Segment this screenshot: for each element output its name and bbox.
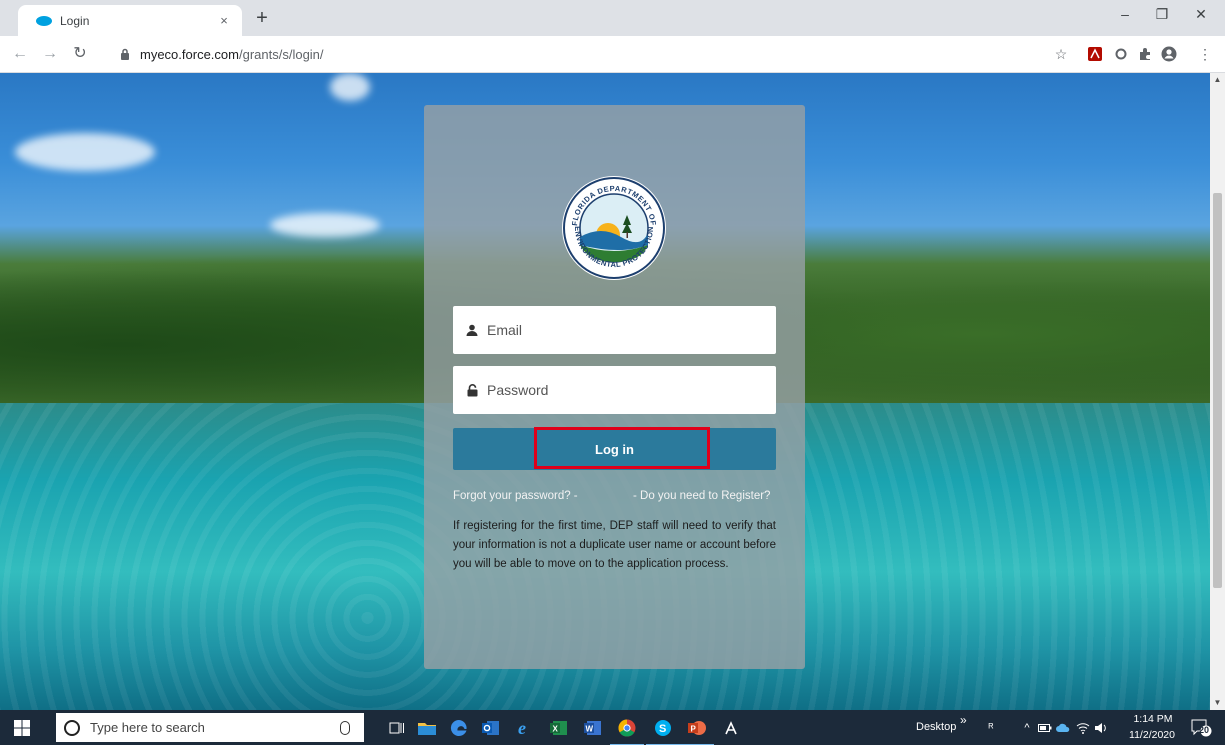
svg-text:X: X [553, 725, 559, 734]
svg-text:W: W [586, 725, 594, 734]
background-cloud [15, 133, 155, 171]
password-field[interactable] [453, 366, 776, 414]
wifi-icon[interactable] [1076, 721, 1090, 735]
battery-icon[interactable] [1038, 721, 1052, 735]
windows-start-button[interactable] [0, 710, 44, 745]
svg-text:P: P [691, 725, 697, 734]
page-scrollbar[interactable]: ▲ ▼ [1210, 73, 1225, 710]
new-tab-button[interactable]: + [250, 7, 274, 31]
excel-icon[interactable]: X [546, 715, 572, 741]
tab-login[interactable]: Login × [18, 5, 242, 36]
email-input[interactable] [487, 322, 776, 338]
padlock-icon [465, 383, 479, 397]
file-explorer-icon[interactable] [414, 715, 440, 741]
people-icon[interactable]: ᴿ [984, 721, 998, 735]
forward-arrow-icon[interactable]: → [40, 45, 60, 63]
background-cloud [330, 73, 370, 101]
dep-seal-logo: FLORIDA DEPARTMENT OF ENVIRONMENTAL PROT… [562, 176, 666, 280]
url-path: /grants/s/login/ [238, 46, 324, 62]
taskbar-search[interactable]: Type here to search [56, 713, 364, 742]
tray-chevron-up-icon[interactable]: ^ [1020, 721, 1034, 735]
powerpoint-icon[interactable]: P [680, 715, 714, 745]
forgot-password-link[interactable]: Forgot your password? - [453, 490, 578, 502]
tab-strip: Login × + – ❐ ✕ [0, 0, 1225, 36]
word-icon[interactable]: W [580, 715, 606, 741]
minimize-button[interactable]: – [1110, 6, 1140, 22]
back-arrow-icon[interactable]: ← [10, 45, 30, 63]
registration-info-text: If registering for the first time, DEP s… [453, 520, 776, 570]
microphone-icon[interactable] [340, 720, 350, 735]
email-field[interactable] [453, 306, 776, 354]
lock-icon [118, 47, 132, 61]
salesforce-cloud-icon [36, 15, 52, 26]
extensions-puzzle-icon[interactable] [1136, 45, 1154, 63]
edge-icon[interactable] [446, 715, 472, 741]
task-view-icon[interactable] [384, 715, 410, 741]
desktop-toolbar-label[interactable]: Desktop [916, 721, 956, 733]
skype-icon[interactable]: S [646, 715, 680, 745]
scroll-up-icon[interactable]: ▲ [1210, 73, 1225, 87]
toolbar-overflow-icon[interactable]: » [960, 713, 967, 727]
windows-taskbar: Type here to search e X W S P Desktop » … [0, 710, 1225, 745]
register-link[interactable]: - Do you need to Register? [633, 490, 770, 502]
tab-close-icon[interactable]: × [216, 13, 232, 28]
login-card: FLORIDA DEPARTMENT OF ENVIRONMENTAL PROT… [424, 105, 805, 669]
internet-explorer-icon[interactable]: e [512, 715, 538, 741]
taskbar-search-placeholder: Type here to search [90, 720, 205, 735]
scroll-down-icon[interactable]: ▼ [1210, 696, 1225, 710]
user-icon [465, 323, 479, 337]
acrobat-taskbar-icon[interactable] [718, 715, 744, 741]
notification-count-badge: 20 [1199, 725, 1210, 735]
reload-icon[interactable]: ↻ [70, 45, 90, 63]
close-window-button[interactable]: ✕ [1186, 6, 1216, 23]
svg-text:S: S [659, 723, 666, 735]
chrome-icon[interactable] [610, 715, 644, 745]
clock-time[interactable]: 1:14 PM [1130, 713, 1176, 725]
address-bar[interactable]: myeco.force.com /grants/s/login/ [110, 41, 1110, 67]
restore-button[interactable]: ❐ [1147, 6, 1177, 23]
windows-logo-icon [14, 719, 30, 736]
bookmark-star-icon[interactable]: ☆ [1052, 45, 1070, 63]
onedrive-icon[interactable] [1056, 721, 1070, 735]
outlook-icon[interactable] [478, 715, 504, 741]
tab-title: Login [60, 13, 90, 28]
page-background: FLORIDA DEPARTMENT OF ENVIRONMENTAL PROT… [0, 73, 1225, 710]
menu-kebab-icon[interactable]: ⋮ [1196, 45, 1214, 63]
svg-text:e: e [518, 719, 526, 737]
cortana-icon [64, 719, 80, 736]
volume-icon[interactable] [1094, 721, 1108, 735]
clock-date[interactable]: 11/2/2020 [1127, 729, 1177, 741]
login-button[interactable]: Log in [453, 428, 776, 470]
scroll-thumb[interactable] [1213, 193, 1222, 588]
extension-circle-icon[interactable] [1112, 45, 1130, 63]
profile-icon[interactable] [1160, 45, 1178, 63]
url-host: myeco.force.com [140, 46, 239, 62]
acrobat-extension-icon[interactable] [1086, 45, 1104, 63]
browser-toolbar: ← → ↻ myeco.force.com /grants/s/login/ ☆… [0, 36, 1225, 73]
password-input[interactable] [487, 382, 776, 398]
